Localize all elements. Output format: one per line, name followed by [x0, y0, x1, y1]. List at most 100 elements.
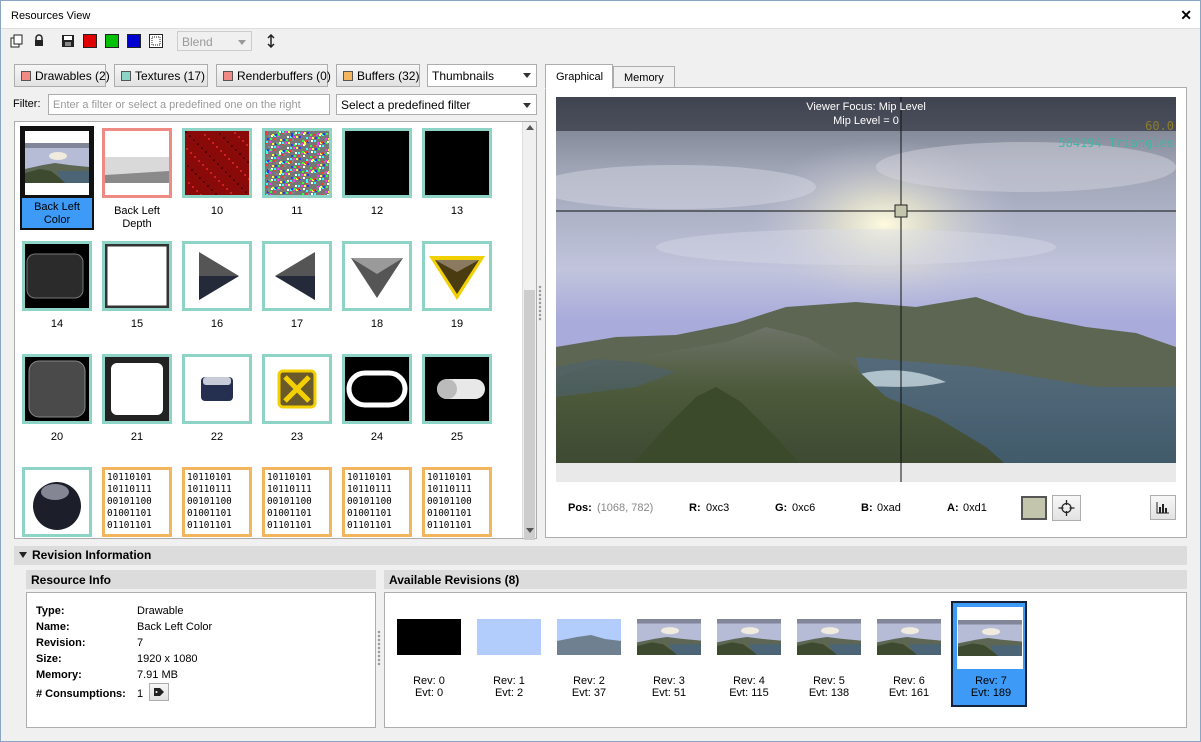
tab-graphical[interactable]: Graphical [545, 64, 613, 89]
thumbnail-image: 10110101 10110111 00101100 01001101 0110… [102, 467, 172, 537]
view-mode-select[interactable]: Thumbnails [427, 64, 537, 87]
info-label: Memory: [36, 669, 82, 681]
revision-caption: Rev: 7 Evt: 189 [953, 675, 1029, 699]
thumbnail-buffer[interactable]: 10110101 10110111 00101100 01001101 0110… [182, 467, 258, 537]
image-viewer[interactable]: Viewer Focus: Mip Level Mip Level = 0 60… [556, 97, 1176, 482]
thumbnail-22[interactable]: 22 [182, 354, 258, 444]
revision-item[interactable]: Rev: 2 Evt: 37 [551, 601, 627, 707]
revision-thumbnail [717, 619, 781, 655]
pick-pixel-button[interactable] [1052, 495, 1081, 521]
category-renderbuffers-button[interactable]: Renderbuffers (0) [216, 64, 331, 87]
splitter-handle[interactable] [538, 285, 542, 321]
thumbnail-24[interactable]: 24 [342, 354, 418, 444]
pixel-color-swatch [1021, 496, 1047, 520]
revision-event: Evt: 37 [571, 687, 607, 699]
thumbnail-15[interactable]: 15 [102, 241, 178, 331]
revision-caption: Rev: 3 Evt: 51 [631, 675, 707, 699]
thumbnail-image [182, 354, 252, 424]
thumbnail-label: 17 [290, 318, 304, 330]
splitter-handle[interactable] [377, 630, 381, 666]
thumbnail-label: 10 [210, 205, 224, 217]
revision-item[interactable]: Rev: 5 Evt: 138 [791, 601, 867, 707]
scroll-down-icon[interactable] [526, 528, 534, 533]
revision-item[interactable]: Rev: 6 Evt: 161 [871, 601, 947, 707]
revision-item[interactable]: Rev: 3 Evt: 51 [631, 601, 707, 707]
crosshair-icon [1058, 500, 1075, 516]
filter-input[interactable]: Enter a filter or select a predefined on… [48, 94, 330, 115]
blend-select[interactable]: Blend [177, 31, 252, 51]
thumbnail-19[interactable]: 19 [422, 241, 498, 331]
renderbuffers-color-icon [223, 71, 233, 81]
category-drawables-button[interactable]: Drawables (2) [14, 64, 110, 87]
thumbnail-14[interactable]: 14 [22, 241, 98, 331]
revision-event: Evt: 2 [494, 687, 524, 699]
revision-item[interactable]: Rev: 7 Evt: 189 [951, 601, 1027, 707]
thumbnail-back-left-depth[interactable]: Back Left Depth [102, 128, 178, 231]
consumptions-button[interactable] [149, 683, 169, 701]
thumbnail-buffer[interactable]: 10110101 10110111 00101100 01001101 0110… [342, 467, 418, 537]
thumbnail-image: 10110101 10110111 00101100 01001101 0110… [342, 467, 412, 537]
thumbnail-10[interactable]: 10 [182, 128, 258, 218]
revision-caption: Rev: 2 Evt: 37 [551, 675, 627, 699]
category-textures-button[interactable]: Textures (17) [114, 64, 208, 87]
thumbnail-16[interactable]: 16 [182, 241, 258, 331]
tag-icon [154, 688, 164, 696]
tab-memory[interactable]: Memory [613, 66, 675, 88]
revision-number: Rev: 5 [813, 675, 845, 687]
red-channel-toggle[interactable] [83, 34, 97, 48]
title-bar: Resources View ✕ [1, 1, 1200, 29]
category-buffers-button[interactable]: Buffers (32) [336, 64, 420, 87]
collapse-triangle-icon[interactable] [19, 552, 27, 558]
thumbnail-21[interactable]: 21 [102, 354, 178, 444]
thumbnail-scrollbar[interactable] [522, 122, 536, 540]
thumbnail-23[interactable]: 23 [262, 354, 338, 444]
thumbnail-buffer[interactable]: 10110101 10110111 00101100 01001101 0110… [422, 467, 498, 537]
resource-thumbnail-grid[interactable]: Back Left Color Back Left Depth 10 11 12 13 14… [14, 121, 537, 539]
copy-icon[interactable] [10, 34, 24, 48]
scrollbar-thumb[interactable] [524, 290, 535, 540]
scroll-up-icon[interactable] [526, 125, 534, 130]
thumbnail-image [22, 467, 92, 537]
thumbnail-image [342, 128, 412, 198]
revision-event: Evt: 138 [808, 687, 850, 699]
category-label: Drawables (2) [35, 69, 110, 83]
filter-placeholder: Enter a filter or select a predefined on… [53, 99, 301, 111]
thumbnail-25[interactable]: 25 [422, 354, 498, 444]
thumbnail-buffer[interactable] [22, 467, 98, 537]
thumbnail-label: 15 [130, 318, 144, 330]
revision-item[interactable]: Rev: 4 Evt: 115 [711, 601, 787, 707]
thumbnail-buffer[interactable]: 10110101 10110111 00101100 01001101 0110… [102, 467, 178, 537]
a-value: 0xd1 [963, 502, 987, 514]
revision-item[interactable]: Rev: 1 Evt: 2 [471, 601, 547, 707]
green-channel-toggle[interactable] [105, 34, 119, 48]
thumbnail-label: 19 [450, 318, 464, 330]
thumbnail-11[interactable]: 11 [262, 128, 338, 218]
revision-item[interactable]: Rev: 0 Evt: 0 [391, 601, 467, 707]
revision-thumbnail [477, 619, 541, 655]
lock-icon[interactable] [32, 34, 46, 48]
rendered-scene-image [556, 97, 1176, 482]
thumbnail-image [102, 241, 172, 311]
thumbnail-12[interactable]: 12 [342, 128, 418, 218]
thumbnail-label: 11 [291, 205, 303, 217]
filter-label: Filter: [13, 98, 41, 110]
thumbnail-label: 20 [50, 431, 64, 443]
vertical-resize-icon[interactable] [264, 34, 278, 48]
blue-channel-toggle[interactable] [127, 34, 141, 48]
histogram-icon [1156, 502, 1169, 514]
thumbnail-back-left-color[interactable]: Back Left Color [20, 126, 94, 230]
revision-information-header[interactable]: Revision Information [14, 546, 1187, 565]
revision-thumbnail [557, 619, 621, 655]
save-icon[interactable] [61, 34, 75, 48]
thumbnail-buffer[interactable]: 10110101 10110111 00101100 01001101 0110… [262, 467, 338, 537]
thumbnail-label: Back Left Depth [114, 205, 160, 230]
thumbnail-label: 16 [210, 318, 224, 330]
thumbnail-13[interactable]: 13 [422, 128, 498, 218]
predefined-filter-select[interactable]: Select a predefined filter [336, 94, 537, 115]
close-icon[interactable]: ✕ [1180, 7, 1192, 24]
alpha-channel-toggle[interactable] [149, 34, 163, 48]
thumbnail-20[interactable]: 20 [22, 354, 98, 444]
histogram-button[interactable] [1150, 495, 1176, 520]
thumbnail-17[interactable]: 17 [262, 241, 338, 331]
thumbnail-18[interactable]: 18 [342, 241, 418, 331]
